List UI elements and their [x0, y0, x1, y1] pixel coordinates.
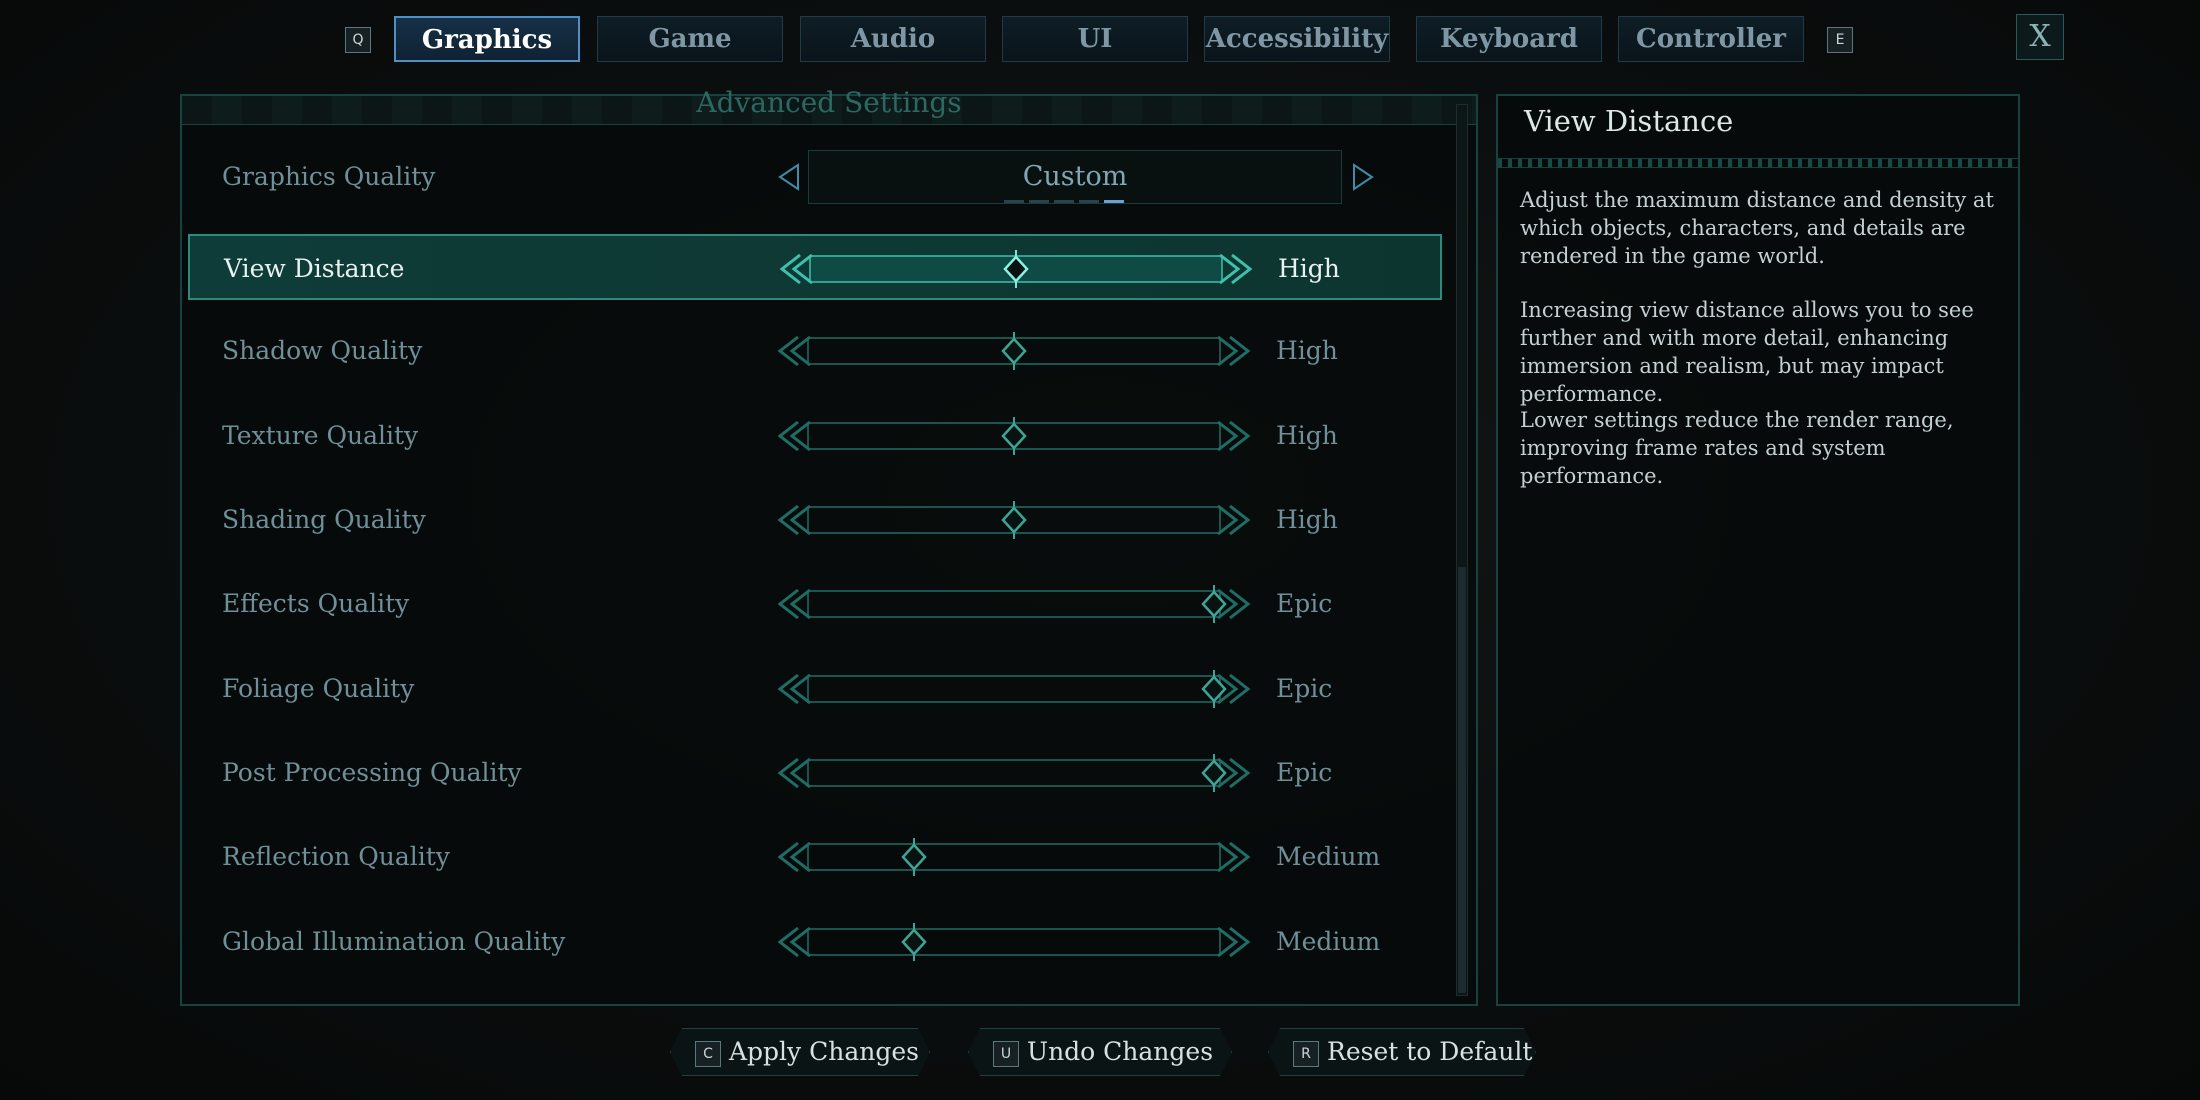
setting-row[interactable]: Shading Quality High	[188, 487, 1442, 553]
tab-controller[interactable]: Controller	[1618, 16, 1804, 62]
undo-changes-label: Undo Changes	[1027, 1037, 1214, 1066]
description-divider	[1498, 158, 2018, 168]
graphics-quality-prev-icon[interactable]	[774, 162, 804, 192]
setting-value: Epic	[1276, 589, 1333, 618]
slider-thumb	[901, 928, 927, 956]
slider-thumb	[1201, 590, 1227, 618]
setting-row[interactable]: Texture Quality High	[188, 403, 1442, 469]
setting-label: Texture Quality	[222, 421, 419, 450]
slider-decrease-icon	[777, 420, 811, 452]
setting-slider[interactable]	[776, 417, 1252, 455]
undo-key: U	[993, 1041, 1019, 1067]
settings-scrollbar[interactable]	[1456, 104, 1468, 996]
slider-increase-icon	[1217, 335, 1251, 367]
tab-game[interactable]: Game	[597, 16, 783, 62]
setting-value: Epic	[1276, 674, 1333, 703]
setting-slider[interactable]	[776, 670, 1252, 708]
setting-row[interactable]: Post Processing Quality Epic	[188, 740, 1442, 806]
tab-accessibility[interactable]: Accessibility	[1204, 16, 1390, 62]
undo-changes-button[interactable]: U Undo Changes	[968, 1028, 1232, 1076]
tab-graphics[interactable]: Graphics	[394, 16, 580, 62]
setting-value: High	[1276, 421, 1338, 450]
slider-decrease-icon	[777, 757, 811, 789]
apply-changes-button[interactable]: C Apply Changes	[670, 1028, 930, 1076]
description-paragraph-2: Increasing view distance allows you to s…	[1520, 298, 1974, 406]
setting-value: Medium	[1276, 842, 1381, 871]
preset-dash	[1054, 200, 1074, 203]
setting-slider[interactable]	[776, 754, 1252, 792]
setting-label: View Distance	[224, 254, 405, 283]
description-paragraph-3: Lower settings reduce the render range, …	[1520, 408, 1954, 488]
description-paragraph-1: Adjust the maximum distance and density …	[1520, 188, 1994, 268]
setting-label: Global Illumination Quality	[222, 927, 566, 956]
setting-row[interactable]: Reflection Quality Medium	[188, 824, 1442, 890]
slider-decrease-icon	[777, 841, 811, 873]
slider-thumb	[1201, 675, 1227, 703]
setting-row[interactable]: Shadow Quality High	[188, 318, 1442, 384]
slider-decrease-icon	[777, 335, 811, 367]
setting-slider[interactable]	[776, 332, 1252, 370]
slider-increase-icon	[1217, 926, 1251, 958]
description-title: View Distance	[1524, 104, 1734, 138]
tab-audio[interactable]: Audio	[800, 16, 986, 62]
setting-label: Effects Quality	[222, 589, 410, 618]
reset-key: R	[1293, 1041, 1319, 1067]
graphics-quality-selector[interactable]: Custom	[808, 150, 1342, 204]
setting-label: Reflection Quality	[222, 842, 450, 871]
setting-row[interactable]: Foliage Quality Epic	[188, 656, 1442, 722]
graphics-quality-next-icon[interactable]	[1348, 162, 1378, 192]
slider-decrease-icon	[777, 588, 811, 620]
setting-label: Shadow Quality	[222, 336, 423, 365]
preset-dash	[1104, 200, 1124, 203]
prev-tab-key[interactable]: Q	[345, 27, 371, 53]
setting-value: High	[1278, 254, 1340, 283]
slider-decrease-icon	[777, 926, 811, 958]
tab-ui[interactable]: UI	[1002, 16, 1188, 62]
slider-thumb	[1001, 337, 1027, 365]
slider-thumb	[1201, 759, 1227, 787]
slider-decrease-icon	[779, 253, 813, 285]
setting-slider[interactable]	[778, 250, 1254, 288]
next-tab-key[interactable]: E	[1827, 27, 1853, 53]
setting-label: Shading Quality	[222, 505, 426, 534]
reset-to-default-button[interactable]: R Reset to Default	[1268, 1028, 1536, 1076]
close-button[interactable]: X	[2016, 14, 2064, 60]
setting-label: Foliage Quality	[222, 674, 415, 703]
setting-value: High	[1276, 505, 1338, 534]
tab-keyboard[interactable]: Keyboard	[1416, 16, 1602, 62]
setting-slider[interactable]	[776, 501, 1252, 539]
preset-dash	[1004, 200, 1024, 203]
setting-slider[interactable]	[776, 923, 1252, 961]
setting-label: Post Processing Quality	[222, 758, 522, 787]
slider-decrease-icon	[777, 504, 811, 536]
setting-value: Medium	[1276, 927, 1381, 956]
preset-dash	[1079, 200, 1099, 203]
section-title: Advanced Settings	[696, 86, 962, 119]
apply-key: C	[695, 1041, 721, 1067]
slider-thumb	[901, 843, 927, 871]
slider-increase-icon	[1219, 253, 1253, 285]
preset-dash	[1029, 200, 1049, 203]
reset-to-default-label: Reset to Default	[1327, 1037, 1533, 1066]
setting-value: Epic	[1276, 758, 1333, 787]
description-panel: View Distance Adjust the maximum distanc…	[1496, 94, 2020, 1006]
setting-row[interactable]: Effects Quality Epic	[188, 571, 1442, 637]
slider-thumb	[1001, 422, 1027, 450]
setting-slider[interactable]	[776, 585, 1252, 623]
apply-changes-label: Apply Changes	[729, 1037, 919, 1066]
slider-increase-icon	[1217, 504, 1251, 536]
slider-increase-icon	[1217, 420, 1251, 452]
slider-increase-icon	[1217, 841, 1251, 873]
scrollbar-thumb[interactable]	[1458, 567, 1466, 993]
slider-thumb	[1001, 506, 1027, 534]
setting-slider[interactable]	[776, 838, 1252, 876]
setting-value: High	[1276, 336, 1338, 365]
slider-decrease-icon	[777, 673, 811, 705]
setting-row[interactable]: View Distance High	[188, 234, 1442, 300]
setting-row[interactable]: Global Illumination Quality Medium	[188, 909, 1442, 975]
graphics-quality-label: Graphics Quality	[222, 162, 436, 191]
